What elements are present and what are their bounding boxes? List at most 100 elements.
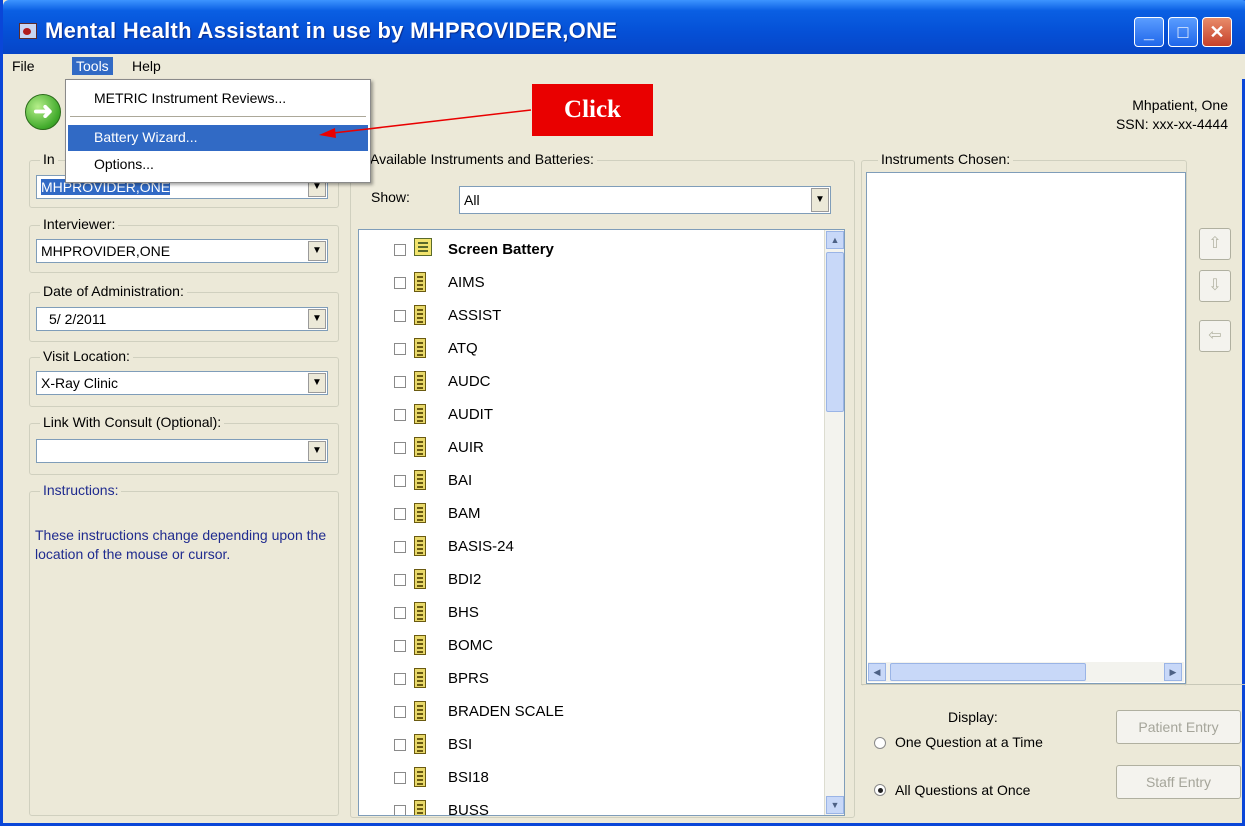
checkbox[interactable] [394,541,406,553]
show-filter[interactable]: All ▼ [459,186,831,214]
list-item[interactable]: BUSS [359,795,819,816]
list-item[interactable]: AUDIT [359,399,819,429]
checkbox[interactable] [394,805,406,815]
checkbox[interactable] [394,640,406,652]
checkbox[interactable] [394,706,406,718]
list-item-label: AUDC [448,373,491,390]
list-item[interactable]: BPRS [359,663,819,693]
checkbox[interactable] [394,574,406,586]
checkbox[interactable] [394,310,406,322]
instrument-icon [414,569,426,589]
list-item[interactable]: BDI2 [359,564,819,594]
instrument-icon [414,734,426,754]
checkbox[interactable] [394,772,406,784]
chevron-down-icon[interactable]: ▼ [308,309,326,329]
checkbox[interactable] [394,409,406,421]
hscroll-thumb[interactable] [890,663,1086,681]
patient-name: Mhpatient, One [1132,97,1228,113]
list-item-label: BAI [448,472,473,489]
checkbox[interactable] [394,343,406,355]
list-item-battery[interactable]: Screen Battery [359,234,819,264]
remove-icon[interactable]: ⇦ [1199,320,1231,352]
chevron-down-icon[interactable]: ▼ [811,188,829,212]
scroll-up-icon[interactable]: ▲ [826,231,844,249]
chosen-label: Instruments Chosen: [878,151,1014,167]
instrument-icon [414,437,426,457]
chosen-hscrollbar[interactable]: ◀ ▶ [868,662,1184,682]
list-item[interactable]: BAI [359,465,819,495]
list-item-label: BAM [448,505,481,522]
radio-all-questions[interactable] [874,784,886,796]
chevron-down-icon[interactable]: ▼ [308,373,326,393]
list-item[interactable]: AIMS [359,267,819,297]
scroll-right-icon[interactable]: ▶ [1164,663,1182,681]
option-all-label[interactable]: All Questions at Once [895,782,1030,798]
instrument-icon [414,305,426,325]
tools-dropdown: METRIC Instrument Reviews... Battery Wiz… [65,79,371,183]
list-item-label: AIMS [448,274,485,291]
move-up-icon[interactable]: ⇧ [1199,228,1231,260]
location-label: Visit Location: [40,348,133,364]
date-picker[interactable]: 5/ 2/2011 ▼ [36,307,328,331]
list-item[interactable]: AUIR [359,432,819,462]
list-item-label: BUSS [448,802,489,816]
list-item[interactable]: BOMC [359,630,819,660]
list-item[interactable]: BSI [359,729,819,759]
list-item-label: AUIR [448,439,484,456]
list-item[interactable]: AUDC [359,366,819,396]
checkbox[interactable] [394,277,406,289]
checkbox[interactable] [394,475,406,487]
menu-tools[interactable]: Tools [72,57,113,75]
move-down-icon[interactable]: ⇩ [1199,270,1231,302]
instrument-list[interactable]: Screen Battery AIMS ASSIST ATQ AUDC AUDIT AUIR… [358,229,845,816]
back-arrow-icon[interactable]: ➜ [25,94,61,130]
checkbox[interactable] [394,607,406,619]
show-label: Show: [371,189,410,205]
checkbox[interactable] [394,244,406,256]
location-combo[interactable]: X-Ray Clinic ▼ [36,371,328,395]
menu-separator [70,116,366,117]
maximize-button[interactable]: □ [1168,17,1198,47]
main-window: Mental Health Assistant in use by MHPROV… [0,0,1245,826]
instructor-label: In [40,151,58,167]
checkbox[interactable] [394,508,406,520]
radio-one-question[interactable] [874,737,886,749]
minimize-button[interactable]: _ [1134,17,1164,47]
list-item[interactable]: BAM [359,498,819,528]
list-item[interactable]: BRADEN SCALE [359,696,819,726]
checkbox[interactable] [394,376,406,388]
list-item[interactable]: BHS [359,597,819,627]
instrument-icon [414,272,426,292]
menu-item-metric-reviews[interactable]: METRIC Instrument Reviews... [68,86,368,112]
patient-entry-button[interactable]: Patient Entry [1116,710,1241,744]
menu-help[interactable]: Help [128,57,165,75]
checkbox[interactable] [394,739,406,751]
list-item[interactable]: ASSIST [359,300,819,330]
scroll-left-icon[interactable]: ◀ [868,663,886,681]
interviewer-value: MHPROVIDER,ONE [41,243,171,259]
scroll-down-icon[interactable]: ▼ [826,796,844,814]
chevron-down-icon[interactable]: ▼ [308,441,326,461]
window-title: Mental Health Assistant in use by MHPROV… [45,18,618,43]
interviewer-combo[interactable]: MHPROVIDER,ONE ▼ [36,239,328,263]
list-item-label: ATQ [448,340,478,357]
menu-item-options[interactable]: Options... [68,152,368,178]
interviewer-label: Interviewer: [40,216,119,232]
list-item[interactable]: BSI18 [359,762,819,792]
list-scrollbar[interactable]: ▲ ▼ [824,230,844,815]
menu-file[interactable]: File [8,57,39,75]
checkbox[interactable] [394,442,406,454]
close-button[interactable]: ✕ [1202,17,1232,47]
menu-item-battery-wizard[interactable]: Battery Wizard... [68,125,368,151]
checkbox[interactable] [394,673,406,685]
chevron-down-icon[interactable]: ▼ [308,241,326,261]
list-item-label: BOMC [448,637,493,654]
chosen-list[interactable]: ◀ ▶ [866,172,1186,684]
list-item[interactable]: ATQ [359,333,819,363]
instrument-icon [414,602,426,622]
scroll-thumb[interactable] [826,252,844,412]
list-item[interactable]: BASIS-24 [359,531,819,561]
option-one-label[interactable]: One Question at a Time [895,734,1043,750]
consult-combo[interactable]: ▼ [36,439,328,463]
staff-entry-button[interactable]: Staff Entry [1116,765,1241,799]
